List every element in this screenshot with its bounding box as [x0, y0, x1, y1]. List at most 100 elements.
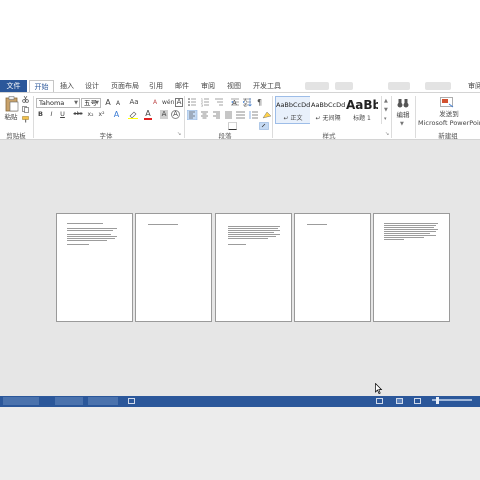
show-marks-icon: ¶: [257, 98, 262, 107]
phonetic-guide-button[interactable]: wén: [162, 98, 174, 107]
tab-decoration: [388, 82, 410, 90]
more-icon[interactable]: ▾: [384, 116, 387, 122]
bullets-icon: [188, 98, 196, 106]
send-to-label: 发送到: [439, 110, 459, 118]
tab-developer[interactable]: 开发工具: [250, 80, 284, 92]
cut-icon[interactable]: [22, 96, 29, 103]
align-right-icon: [213, 111, 220, 119]
page-thumbnail[interactable]: [215, 213, 292, 322]
page-count-status[interactable]: [3, 397, 39, 405]
zoom-slider-thumb[interactable]: [436, 397, 439, 404]
subscript-button[interactable]: x₂: [86, 110, 95, 119]
binoculars-icon[interactable]: [397, 97, 409, 109]
tab-file[interactable]: 文件: [0, 80, 27, 92]
new-group-label: 新建组: [438, 132, 458, 140]
tab-design[interactable]: 设计: [82, 80, 102, 92]
word-count-status[interactable]: [55, 397, 83, 405]
send-to-powerpoint-icon[interactable]: [440, 97, 454, 109]
align-buttons-row: [187, 110, 272, 120]
paragraph-settings-icon[interactable]: [259, 122, 269, 130]
page-thumbnail[interactable]: [135, 213, 212, 322]
italic-button[interactable]: I: [48, 110, 55, 119]
char-shading-button[interactable]: A: [160, 110, 168, 119]
superscript-button[interactable]: x²: [97, 110, 106, 119]
multilevel-list-icon: [215, 98, 223, 106]
style-name: ↵ 无间隔: [315, 115, 341, 122]
tab-mailings[interactable]: 邮件: [172, 80, 192, 92]
document-workspace[interactable]: [0, 140, 480, 396]
strikethrough-button[interactable]: abc: [72, 110, 84, 119]
font-name-combo[interactable]: Tahoma ▼: [36, 98, 80, 108]
tab-insert[interactable]: 插入: [57, 80, 77, 92]
chevron-down-icon[interactable]: ▼: [384, 107, 388, 113]
send-to-powerpoint-button[interactable]: 发送到 Microsoft PowerPoint: [418, 110, 480, 128]
svg-text:¶: ¶: [257, 98, 262, 107]
bold-button[interactable]: B: [37, 110, 44, 119]
font-name-value: Tahoma: [39, 99, 65, 107]
format-painter-icon[interactable]: [22, 116, 29, 123]
font-size-combo[interactable]: 五号 ▼: [81, 98, 101, 108]
change-case-button[interactable]: Aa: [128, 98, 140, 107]
read-mode-icon[interactable]: [376, 398, 383, 404]
page-thumbnail[interactable]: [56, 213, 133, 322]
screen-top-blank: [0, 0, 480, 80]
desktop-background: [0, 407, 480, 480]
chevron-down-icon: ▼: [74, 100, 78, 106]
tab-references[interactable]: 引用: [146, 80, 166, 92]
copy-icon[interactable]: [22, 106, 29, 113]
dialog-launcher-icon[interactable]: ↘: [177, 131, 181, 137]
web-layout-icon[interactable]: [414, 398, 421, 404]
highlight-icon[interactable]: [128, 111, 138, 119]
editing-button[interactable]: 编辑: [394, 111, 412, 120]
distributed-icon: [236, 111, 245, 119]
tab-review[interactable]: 审阅: [198, 80, 218, 92]
borders-icon[interactable]: [228, 122, 238, 130]
chevron-up-icon[interactable]: ▲: [384, 98, 388, 104]
svg-text:3: 3: [201, 104, 203, 108]
dialog-launcher-icon[interactable]: ↘: [385, 131, 389, 137]
paste-icon[interactable]: [5, 96, 19, 112]
status-bar: [0, 396, 480, 407]
enclose-char-button[interactable]: A: [171, 110, 180, 119]
underline-button[interactable]: U: [59, 110, 66, 119]
sort-icon: AZ: [244, 98, 252, 107]
grow-font-button[interactable]: A: [104, 98, 112, 107]
ribbon-tab-bar: 文件 开始 插入 设计 页面布局 引用 邮件 审阅 视图 开发工具 审阅: [0, 80, 480, 93]
justify-icon: [225, 111, 232, 119]
align-center-icon: [201, 111, 208, 119]
page-thumbnail[interactable]: [373, 213, 450, 322]
style-sample-text: AaBbCcDd: [311, 101, 346, 109]
style-name: ↵ 正文: [283, 115, 303, 122]
align-left-icon: [187, 110, 198, 120]
group-separator: [184, 96, 185, 138]
tab-review-right[interactable]: 审阅: [468, 80, 480, 92]
paste-button[interactable]: 粘贴: [3, 113, 19, 122]
group-separator: [391, 96, 392, 138]
numbering-icon: 123: [201, 98, 209, 108]
shading-icon: [262, 111, 272, 119]
text-effects-button[interactable]: A: [112, 110, 121, 119]
tab-decoration: [305, 82, 329, 90]
language-status[interactable]: [88, 397, 118, 405]
style-sample-text: AaBb: [346, 98, 379, 112]
clipboard-group-label: 剪贴板: [6, 132, 26, 140]
shrink-font-button[interactable]: A: [114, 99, 122, 108]
chinese-layout-icon: A: [232, 99, 237, 107]
page-thumbnail[interactable]: [294, 213, 371, 322]
style-normal[interactable]: AaBbCcDd ↵ 正文: [275, 96, 311, 124]
style-no-spacing[interactable]: AaBbCcDd ↵ 无间隔: [310, 96, 346, 124]
styles-group-label: 样式: [322, 132, 336, 140]
clear-format-button[interactable]: A: [150, 98, 160, 107]
tab-page-layout[interactable]: 页面布局: [108, 80, 142, 92]
group-separator: [33, 96, 34, 138]
print-layout-icon[interactable]: [396, 398, 403, 404]
group-separator: [415, 96, 416, 138]
char-border-button[interactable]: A: [175, 98, 183, 107]
mouse-cursor-icon: [375, 383, 383, 394]
styles-gallery-scroll[interactable]: ▲ ▼ ▾: [381, 96, 389, 124]
font-color-button[interactable]: A: [144, 109, 152, 120]
style-sample-text: AaBbCcDd: [276, 101, 311, 109]
style-heading-1[interactable]: AaBb 标题 1: [345, 96, 379, 124]
macro-record-icon[interactable]: [128, 398, 135, 404]
tab-view[interactable]: 视图: [224, 80, 244, 92]
